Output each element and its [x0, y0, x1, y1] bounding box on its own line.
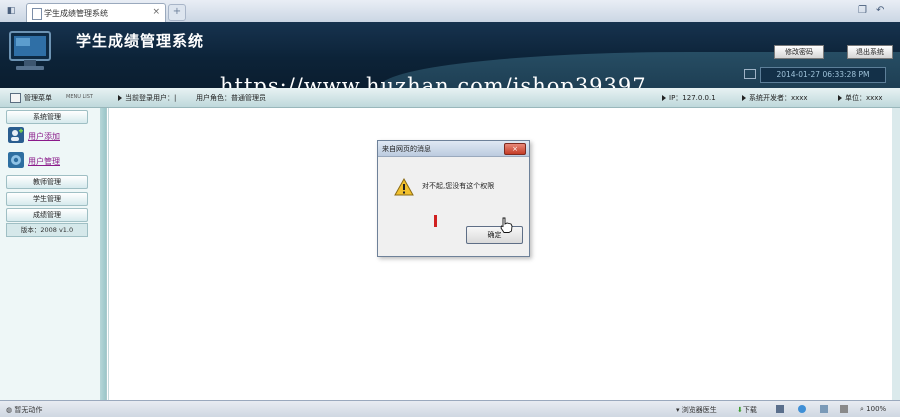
user-role-label: 用户角色：普通管理员: [196, 94, 266, 102]
hand-cursor-icon: [500, 217, 513, 233]
warning-icon: [394, 178, 414, 196]
zoom-label: 100%: [866, 405, 887, 413]
browser-doctor-label: 浏览器医生: [681, 406, 717, 414]
current-user-info: 当前登录用户：|: [118, 93, 176, 103]
right-edge: [892, 108, 900, 400]
globe-icon: ◍: [6, 406, 13, 414]
browser-tab-strip: ◧ 学生成绩管理系统 × + ❐ ↶: [0, 0, 900, 23]
bullet-arrow-icon: [118, 95, 122, 101]
magnifier-icon: ⌕: [860, 405, 864, 413]
bullet-arrow-icon: [662, 95, 666, 101]
sidebar-item-user-manage[interactable]: 用户管理: [8, 152, 98, 170]
calendar-icon: [744, 69, 756, 79]
menu-header: 管理菜单 MENU LIST: [8, 92, 104, 103]
developer-info: 系统开发者：xxxx: [742, 93, 808, 103]
dialog-close-button[interactable]: ×: [504, 143, 526, 155]
status-text: ◍ 暂无动作: [6, 405, 42, 415]
sidebar-divider[interactable]: [100, 108, 106, 400]
download-label: 下载: [742, 406, 757, 414]
bullet-arrow-icon: [742, 95, 746, 101]
browser-tab-title: 学生成绩管理系统: [44, 9, 108, 18]
developer-label: 系统开发者：xxxx: [749, 94, 808, 102]
user-add-icon: [8, 127, 24, 143]
browser-tab[interactable]: 学生成绩管理系统 ×: [26, 3, 166, 23]
speaker-icon[interactable]: [840, 405, 848, 413]
alert-dialog: 来自网页的消息 × 对不起,您没有这个权限 确定: [377, 140, 530, 257]
user-manage-icon: [8, 152, 24, 168]
menu-subtitle: MENU LIST: [66, 94, 93, 100]
close-tab-icon[interactable]: ×: [152, 7, 160, 17]
menu-group-student[interactable]: 学生管理: [6, 192, 88, 206]
download-button[interactable]: ⬇下载: [737, 405, 757, 415]
page-icon[interactable]: [820, 405, 828, 413]
menu-list-icon: [10, 93, 21, 103]
ip-label: IP：127.0.0.1: [669, 94, 716, 102]
browser-status-bar: ◍ 暂无动作 ▾ 浏览器医生 ⬇下载 ⌕ 100%: [0, 400, 900, 417]
menu-group-system[interactable]: 系统管理: [6, 110, 88, 124]
ie-icon[interactable]: [798, 405, 806, 413]
current-user-label: 当前登录用户：|: [125, 94, 177, 102]
change-password-button[interactable]: 修改密码: [774, 45, 824, 59]
info-bar: 管理菜单 MENU LIST 当前登录用户：| 用户角色：普通管理员 IP：12…: [0, 88, 900, 108]
arrow-icon: ▾: [676, 406, 680, 414]
bullet-arrow-icon: [838, 95, 842, 101]
exit-system-button[interactable]: 退出系统: [847, 45, 893, 59]
sidebar-item-label[interactable]: 用户添加: [28, 131, 60, 142]
watermark-text: https://www.huzhan.com/ishop39397: [220, 74, 647, 88]
status-label: 暂无动作: [14, 406, 43, 414]
sidebar-item-user-add[interactable]: 用户添加: [8, 127, 98, 145]
datetime-display: 2014-01-27 06:33:28 PM: [760, 67, 886, 83]
flag-icon[interactable]: [776, 405, 784, 413]
version-label: 版本：2008 v1.0: [6, 223, 88, 237]
app-title: 学生成绩管理系统: [76, 32, 205, 50]
browser-menu-icon[interactable]: ◧: [4, 4, 18, 18]
dialog-title: 来自网页的消息: [382, 145, 431, 153]
browser-doctor[interactable]: ▾ 浏览器医生: [676, 405, 717, 415]
monitor-logo-icon: [9, 31, 51, 70]
new-tab-button[interactable]: +: [168, 4, 186, 21]
menu-title: 管理菜单: [24, 94, 52, 102]
menu-group-score[interactable]: 成绩管理: [6, 208, 88, 222]
menu-group-teacher[interactable]: 教师管理: [6, 175, 88, 189]
app-header: 学生成绩管理系统 修改密码 退出系统 2014-01-27 06:33:28 P…: [0, 22, 900, 88]
page-icon: [32, 8, 42, 20]
sidebar-item-label[interactable]: 用户管理: [28, 156, 60, 167]
unit-label: 单位：xxxx: [845, 94, 883, 102]
dialog-titlebar: 来自网页的消息 ×: [378, 141, 529, 157]
zoom-level[interactable]: ⌕ 100%: [860, 405, 886, 414]
left-sidebar: 系统管理 用户添加 用户管理 教师管理 学生管理 成绩管理 版本：2008 v1…: [0, 108, 107, 400]
back-arrow-icon[interactable]: ↶: [876, 5, 884, 16]
red-marker: [434, 215, 437, 227]
unit-info: 单位：xxxx: [838, 93, 883, 103]
ip-info: IP：127.0.0.1: [662, 93, 716, 103]
window-restore-icon[interactable]: ❐: [858, 5, 867, 16]
ok-button[interactable]: 确定: [466, 226, 523, 244]
dialog-message: 对不起,您没有这个权限: [422, 182, 495, 190]
